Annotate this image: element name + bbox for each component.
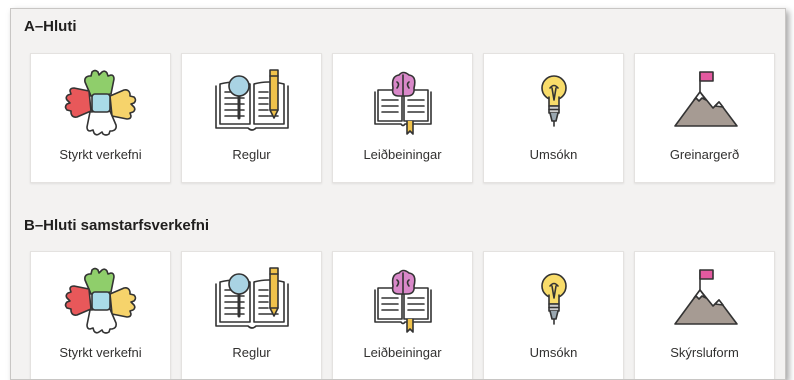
cards-row-a: Styrkt verkefni Reglur Leiðbeiningar Ums… — [30, 53, 780, 183]
card-leidbeiningar[interactable]: Leiðbeiningar — [332, 53, 473, 183]
card-label: Greinargerð — [669, 147, 740, 162]
card-label: Reglur — [232, 345, 271, 360]
card-label: Leiðbeiningar — [363, 345, 442, 360]
lightbulb-icon — [484, 66, 623, 136]
section-title-b: B–Hluti samstarfsverkefni — [24, 217, 210, 234]
mountain-flag-icon — [635, 264, 774, 334]
card-reglur[interactable]: Reglur — [181, 251, 322, 379]
card-styrkt-verkefni[interactable]: Styrkt verkefni — [30, 251, 171, 379]
card-greinargerd[interactable]: Greinargerð — [634, 53, 775, 183]
card-umsokn[interactable]: Umsókn — [483, 53, 624, 183]
card-label: Reglur — [232, 147, 271, 162]
section-title-a: A–Hluti — [24, 18, 77, 35]
card-label: Styrkt verkefni — [59, 345, 142, 360]
card-skyrsluform[interactable]: Skýrsluform — [634, 251, 775, 379]
card-label: Skýrsluform — [670, 345, 739, 360]
hands-circle-icon — [31, 66, 170, 136]
card-label: Styrkt verkefni — [59, 147, 142, 162]
card-umsokn[interactable]: Umsókn — [483, 251, 624, 379]
card-label: Umsókn — [529, 345, 578, 360]
book-brain-icon — [333, 66, 472, 136]
book-magnifier-pencil-icon — [182, 66, 321, 136]
lightbulb-icon — [484, 264, 623, 334]
card-label: Umsókn — [529, 147, 578, 162]
cards-row-b: Styrkt verkefni Reglur Leiðbeiningar Ums… — [30, 251, 780, 379]
mountain-flag-icon — [635, 66, 774, 136]
card-styrkt-verkefni[interactable]: Styrkt verkefni — [30, 53, 171, 183]
card-leidbeiningar[interactable]: Leiðbeiningar — [332, 251, 473, 379]
book-magnifier-pencil-icon — [182, 264, 321, 334]
card-label: Leiðbeiningar — [363, 147, 442, 162]
hands-circle-icon — [31, 264, 170, 334]
card-reglur[interactable]: Reglur — [181, 53, 322, 183]
content-panel: A–Hluti Styrkt verkefni Reglur Leiðbeini… — [10, 8, 786, 380]
book-brain-icon — [333, 264, 472, 334]
